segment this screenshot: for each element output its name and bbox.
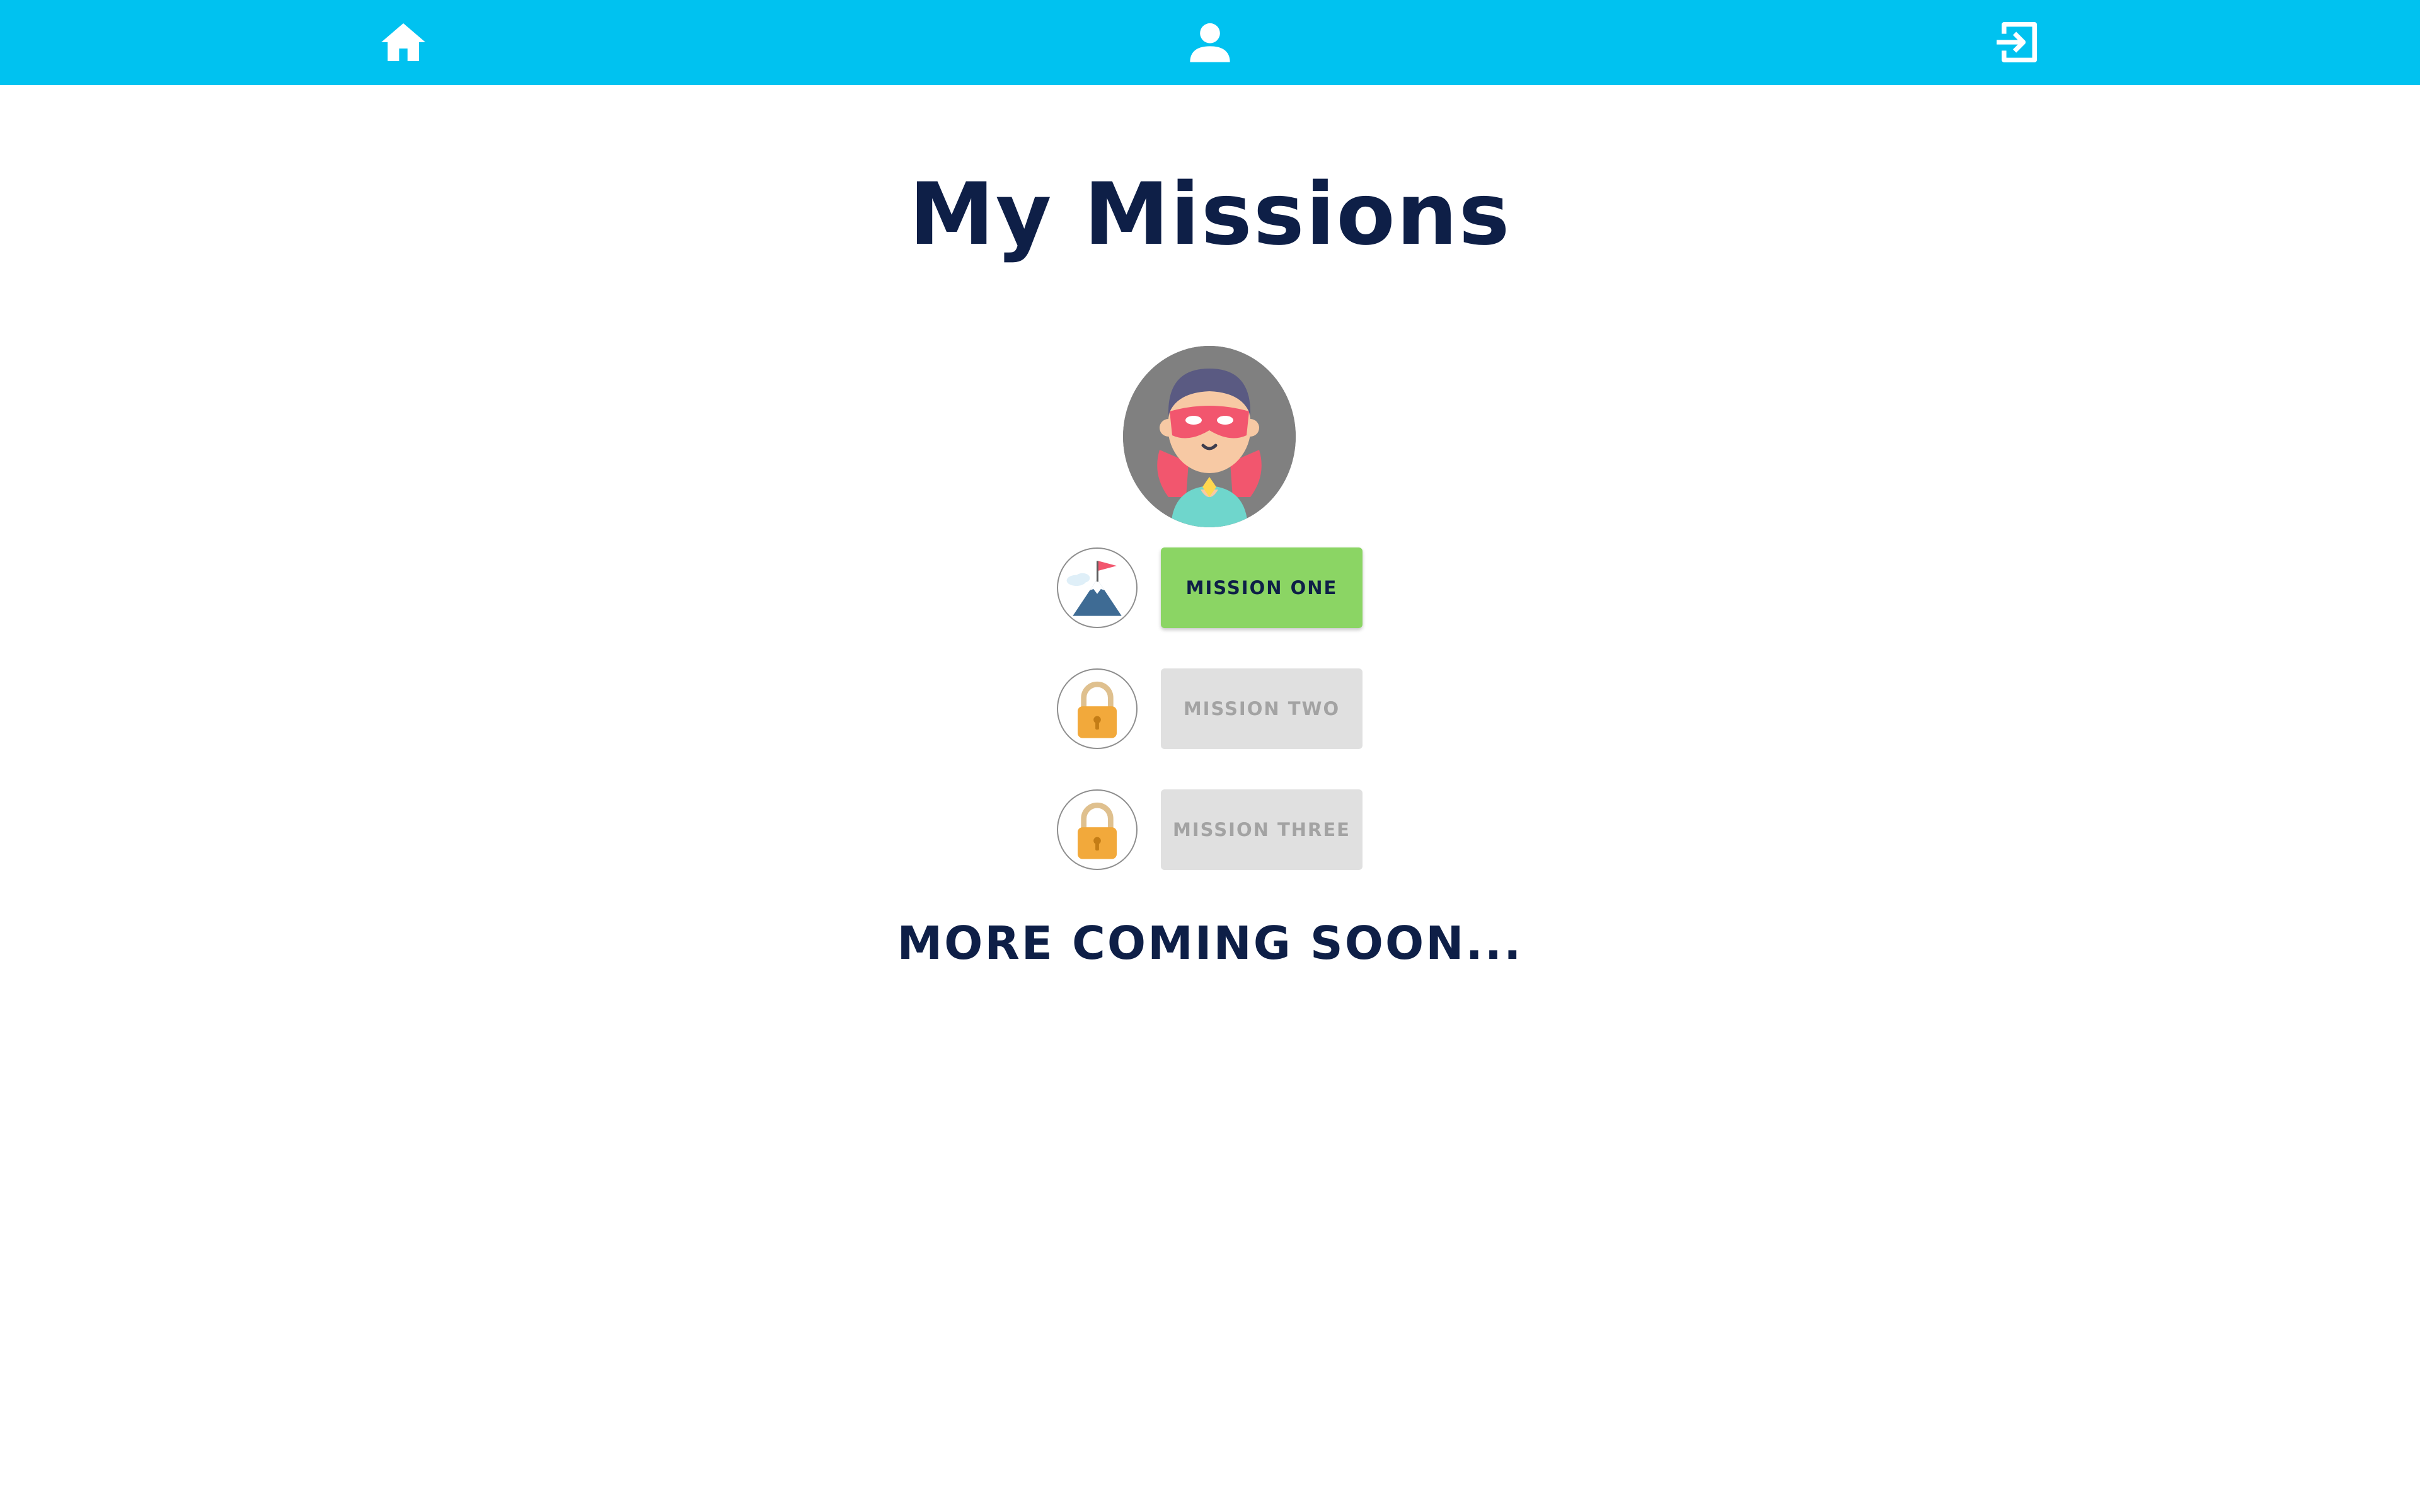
mission-three-icon [1057, 789, 1138, 870]
user-icon [1190, 23, 1230, 62]
nav-profile-button[interactable] [1178, 11, 1242, 74]
mission-one-button[interactable]: MISSION ONE [1161, 547, 1363, 628]
nav-logout-button[interactable] [1985, 11, 2048, 74]
page-title: My Missions [909, 165, 1511, 265]
mission-one-icon [1057, 547, 1138, 628]
top-nav-bar [0, 0, 2420, 85]
lock-icon [1078, 681, 1117, 738]
home-icon [381, 23, 425, 61]
nav-home-button[interactable] [372, 11, 435, 74]
coming-soon-text: MORE COMING SOON... [897, 917, 1523, 970]
superhero-avatar-icon [1123, 346, 1296, 527]
mountain-flag-icon [1066, 561, 1122, 616]
mission-two-icon [1057, 668, 1138, 749]
logout-icon [1997, 22, 2037, 63]
mission-three-button[interactable]: MISSION THREE [1161, 789, 1363, 870]
lock-icon [1078, 802, 1117, 859]
mission-two-button[interactable]: MISSION TWO [1161, 668, 1363, 749]
profile-avatar [1123, 346, 1296, 527]
